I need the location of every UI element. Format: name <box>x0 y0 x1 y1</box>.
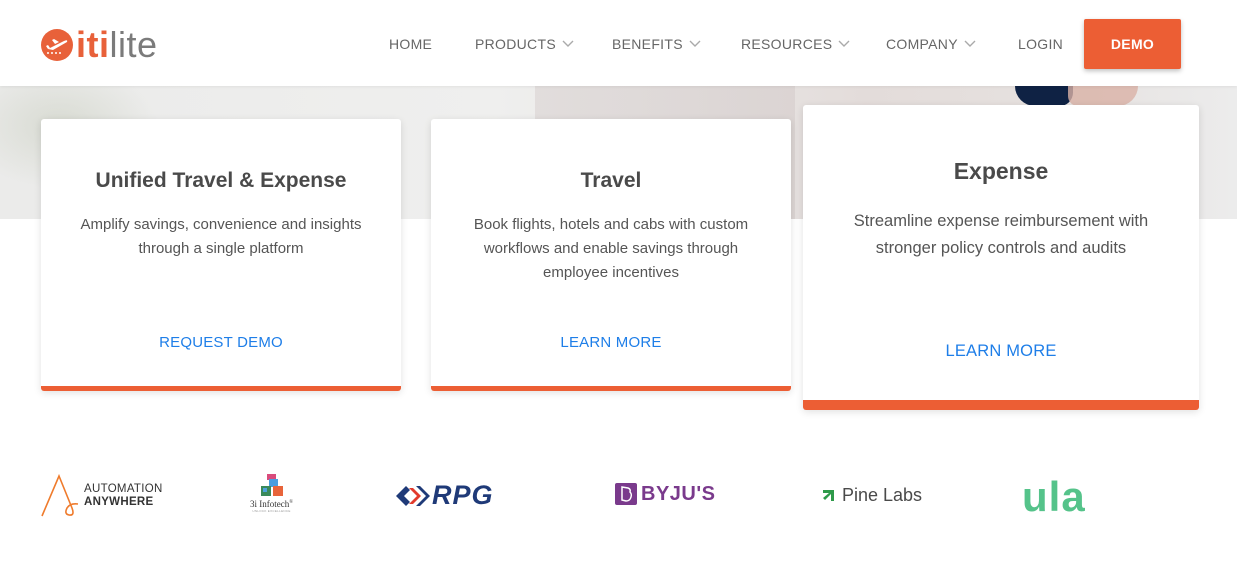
card-description: Book flights, hotels and cabs with custo… <box>473 216 749 281</box>
learn-more-link[interactable]: LEARN MORE <box>803 342 1199 361</box>
chevron-down-icon <box>562 40 574 47</box>
chevron-down-icon <box>689 40 701 47</box>
pine-labs-arrow-icon <box>823 490 834 501</box>
chevron-down-icon <box>964 40 976 47</box>
card-description: Streamline expense reimbursement with st… <box>853 212 1149 257</box>
card-accent-bar <box>431 386 791 391</box>
client-logo-automation-anywhere: AUTOMATION ANYWHERE <box>40 474 163 518</box>
product-card-travel: Travel Book flights, hotels and cabs wit… <box>431 119 791 391</box>
3i-infotech-cubes-icon <box>260 474 283 496</box>
nav-resources[interactable]: RESOURCES <box>741 36 850 52</box>
itilite-logo[interactable]: itilite <box>41 27 158 63</box>
site-header: itilite HOME PRODUCTS BENEFITS RESOURCES… <box>0 0 1237 86</box>
nav-products[interactable]: PRODUCTS <box>475 36 574 52</box>
byjus-b-icon <box>615 483 637 505</box>
chevron-down-icon <box>838 40 850 47</box>
nav-login[interactable]: LOGIN <box>1018 36 1063 52</box>
card-accent-bar <box>41 386 401 391</box>
product-card-unified: Unified Travel & Expense Amplify savings… <box>41 119 401 391</box>
client-logo-byjus: BYJU'S <box>615 483 715 505</box>
card-description: Amplify savings, convenience and insight… <box>80 216 362 257</box>
card-title: Travel <box>580 169 642 192</box>
nav-benefits[interactable]: BENEFITS <box>612 36 701 52</box>
logo-wordmark: itilite <box>76 24 158 65</box>
client-logo-pine-labs: Pine Labs <box>822 485 922 505</box>
nav-company[interactable]: COMPANY <box>886 36 976 52</box>
demo-button[interactable]: DEMO <box>1084 19 1181 69</box>
rpg-chevrons-icon <box>396 485 430 506</box>
client-logo-rpg: RPG <box>394 482 494 509</box>
hero-image-person-arm <box>1068 86 1138 106</box>
nav-home[interactable]: HOME <box>389 36 432 52</box>
card-title: Unified Travel & Expense <box>95 169 347 192</box>
learn-more-link[interactable]: LEARN MORE <box>431 334 791 351</box>
product-card-expense: Expense Streamline expense reimbursement… <box>803 105 1199 410</box>
client-logo-ula: ula <box>1022 473 1086 520</box>
card-title: Expense <box>953 158 1049 184</box>
card-accent-bar <box>803 400 1199 410</box>
automation-anywhere-a-icon <box>41 474 79 517</box>
hero-image-person-clothing <box>1015 86 1073 106</box>
request-demo-link[interactable]: REQUEST DEMO <box>41 334 401 351</box>
plane-in-circle-icon <box>41 29 73 61</box>
client-logo-3i-infotech: 3i Infotech® UNLOCK EXCELLENCE <box>250 474 293 513</box>
